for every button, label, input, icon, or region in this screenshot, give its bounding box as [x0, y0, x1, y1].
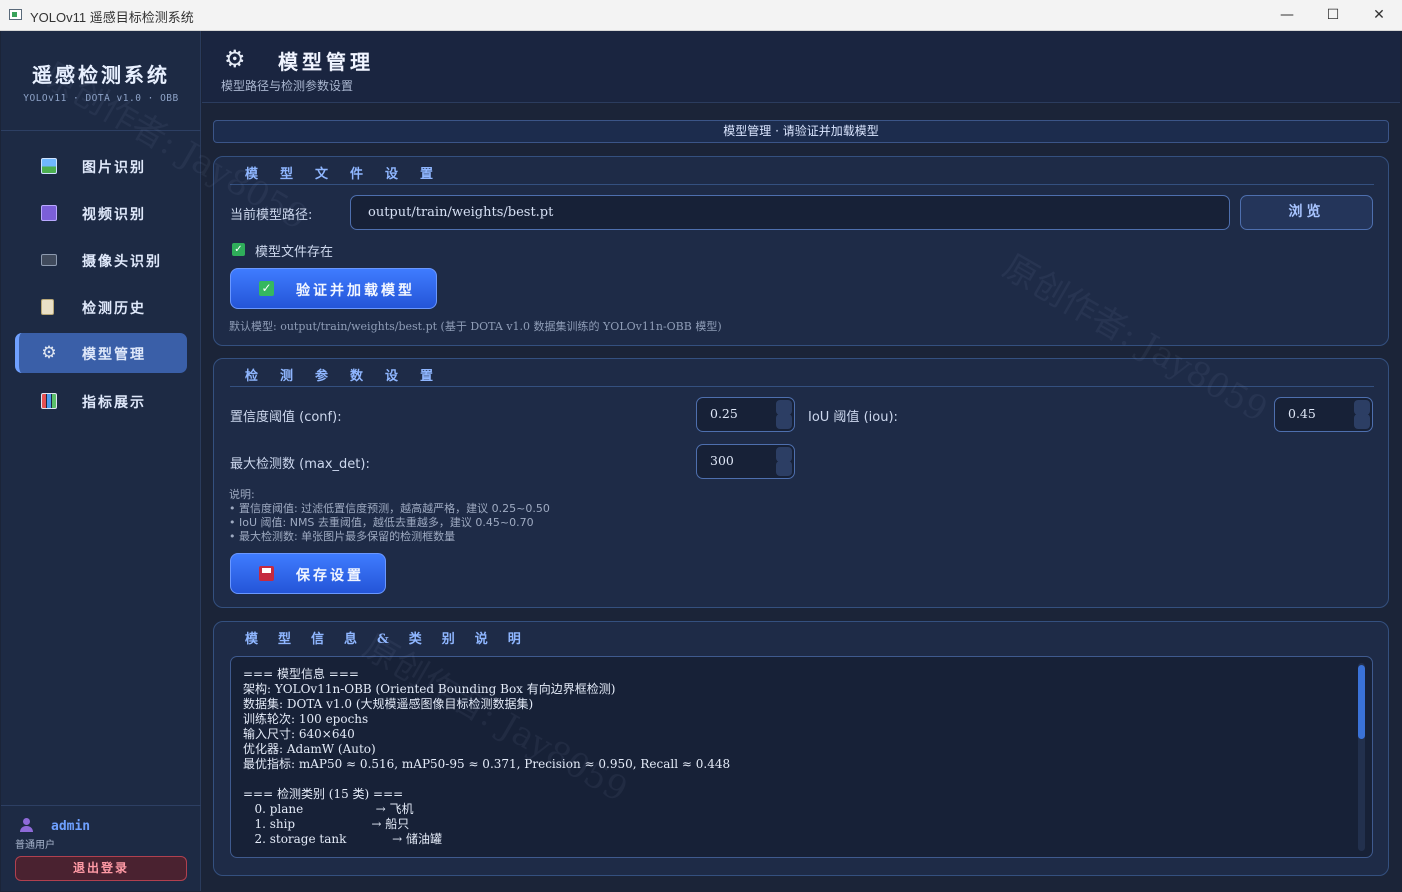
- window-title: YOLOv11 遥感目标检测系统: [30, 10, 194, 25]
- panel-title: 检测参数设置: [245, 369, 456, 384]
- default-model-hint: 默认模型: output/train/weights/best.pt (基于 D…: [229, 320, 722, 333]
- save-settings-button[interactable]: 保存设置: [230, 553, 386, 594]
- logout-button[interactable]: 退出登录: [15, 856, 187, 881]
- camera-icon: [41, 254, 57, 266]
- browse-button[interactable]: 浏览: [1240, 195, 1373, 230]
- check-icon: ✓: [259, 281, 274, 296]
- max-det-value: 300: [710, 453, 734, 468]
- save-settings-label: 保存设置: [296, 568, 364, 584]
- max-det-label: 最大检测数 (max_det):: [230, 457, 370, 472]
- iou-decrement[interactable]: [1354, 414, 1370, 429]
- conf-value: 0.25: [710, 406, 738, 421]
- panel-title: 模型信息&类别说明: [245, 632, 541, 647]
- user-area: admin 普通用户 退出登录: [1, 805, 201, 891]
- sidebar-item-label: 指标展示: [82, 395, 146, 411]
- app-icon: [9, 9, 22, 20]
- model-exists-checkbox[interactable]: ✓: [232, 243, 245, 256]
- sidebar-item-label: 视频识别: [82, 207, 146, 223]
- window-title-bar: YOLOv11 遥感目标检测系统 — ☐ ✕: [0, 0, 1402, 31]
- sidebar-item-label: 检测历史: [82, 301, 146, 317]
- gear-icon: ⚙: [41, 343, 57, 363]
- brand: 遥感检测系统 YOLOv11 · DOTA v1.0 · OBB: [1, 31, 201, 131]
- conf-increment[interactable]: [776, 400, 792, 415]
- sidebar-item-image-detection[interactable]: 图片识别: [15, 146, 187, 186]
- model-info-panel: 模型信息&类别说明 === 模型信息 === 架构: YOLOv11n-OBB …: [213, 621, 1389, 876]
- divider: [230, 386, 1374, 387]
- max-det-increment[interactable]: [776, 447, 792, 462]
- detect-params-panel: 检测参数设置 置信度阈值 (conf): 0.25 IoU 阈值 (iou): …: [213, 358, 1389, 608]
- user-icon: [19, 818, 33, 832]
- chart-icon: [41, 393, 57, 409]
- page-subtitle: 模型路径与检测参数设置: [221, 79, 354, 93]
- sidebar-item-history[interactable]: 检测历史: [15, 287, 187, 327]
- divider: [230, 184, 1374, 185]
- brand-title: 遥感检测系统: [32, 63, 170, 87]
- gear-icon: ⚙: [224, 45, 246, 73]
- model-file-panel: 模型文件设置 当前模型路径: output/train/weights/best…: [213, 156, 1389, 346]
- verify-load-model-button[interactable]: ✓ 验证并加载模型: [230, 268, 437, 309]
- minimize-button[interactable]: —: [1264, 0, 1310, 30]
- panel-title: 模型文件设置: [245, 167, 456, 182]
- params-notes: 说明: • 置信度阈值: 过滤低置信度预测，越高越严格，建议 0.25~0.50…: [229, 488, 550, 543]
- image-icon: [41, 158, 57, 174]
- iou-spinbox[interactable]: 0.45: [1274, 397, 1373, 432]
- history-icon: [41, 299, 54, 315]
- page-title: 模型管理: [278, 50, 374, 74]
- model-path-label: 当前模型路径:: [230, 208, 313, 223]
- sidebar-item-metrics[interactable]: 指标展示: [15, 381, 187, 421]
- max-det-spinbox[interactable]: 300: [696, 444, 795, 479]
- sidebar-item-label: 图片识别: [82, 160, 146, 176]
- sidebar: 遥感检测系统 YOLOv11 · DOTA v1.0 · OBB 图片识别 视频…: [1, 31, 201, 891]
- conf-spinbox[interactable]: 0.25: [696, 397, 795, 432]
- status-banner: 模型管理 · 请验证并加载模型: [213, 120, 1389, 143]
- model-info-text: === 模型信息 === 架构: YOLOv11n-OBB (Oriented …: [243, 667, 731, 846]
- maximize-button[interactable]: ☐: [1310, 0, 1356, 30]
- max-det-decrement[interactable]: [776, 461, 792, 476]
- iou-label: IoU 阈值 (iou):: [808, 410, 898, 425]
- brand-subtitle: YOLOv11 · DOTA v1.0 · OBB: [23, 93, 179, 104]
- video-icon: [41, 205, 57, 221]
- model-info-textbox[interactable]: === 模型信息 === 架构: YOLOv11n-OBB (Oriented …: [230, 656, 1373, 858]
- sidebar-item-camera-detection[interactable]: 摄像头识别: [15, 240, 187, 280]
- close-button[interactable]: ✕: [1356, 0, 1402, 30]
- user-role: 普通用户: [15, 840, 55, 851]
- verify-load-model-label: 验证并加载模型: [296, 283, 415, 299]
- sidebar-item-video-detection[interactable]: 视频识别: [15, 193, 187, 233]
- sidebar-item-label: 摄像头识别: [82, 254, 162, 270]
- model-exists-label: 模型文件存在: [255, 245, 334, 260]
- scrollbar-thumb[interactable]: [1358, 665, 1365, 739]
- sidebar-item-model-management[interactable]: ⚙ 模型管理: [15, 333, 187, 373]
- page-header: ⚙ 模型管理 模型路径与检测参数设置: [202, 31, 1400, 103]
- iou-increment[interactable]: [1354, 400, 1370, 415]
- conf-decrement[interactable]: [776, 414, 792, 429]
- user-name: admin: [51, 819, 91, 834]
- model-path-input[interactable]: output/train/weights/best.pt: [350, 195, 1230, 230]
- sidebar-item-label: 模型管理: [82, 347, 146, 363]
- conf-label: 置信度阈值 (conf):: [230, 410, 342, 425]
- iou-value: 0.45: [1288, 406, 1316, 421]
- floppy-icon: [259, 566, 274, 581]
